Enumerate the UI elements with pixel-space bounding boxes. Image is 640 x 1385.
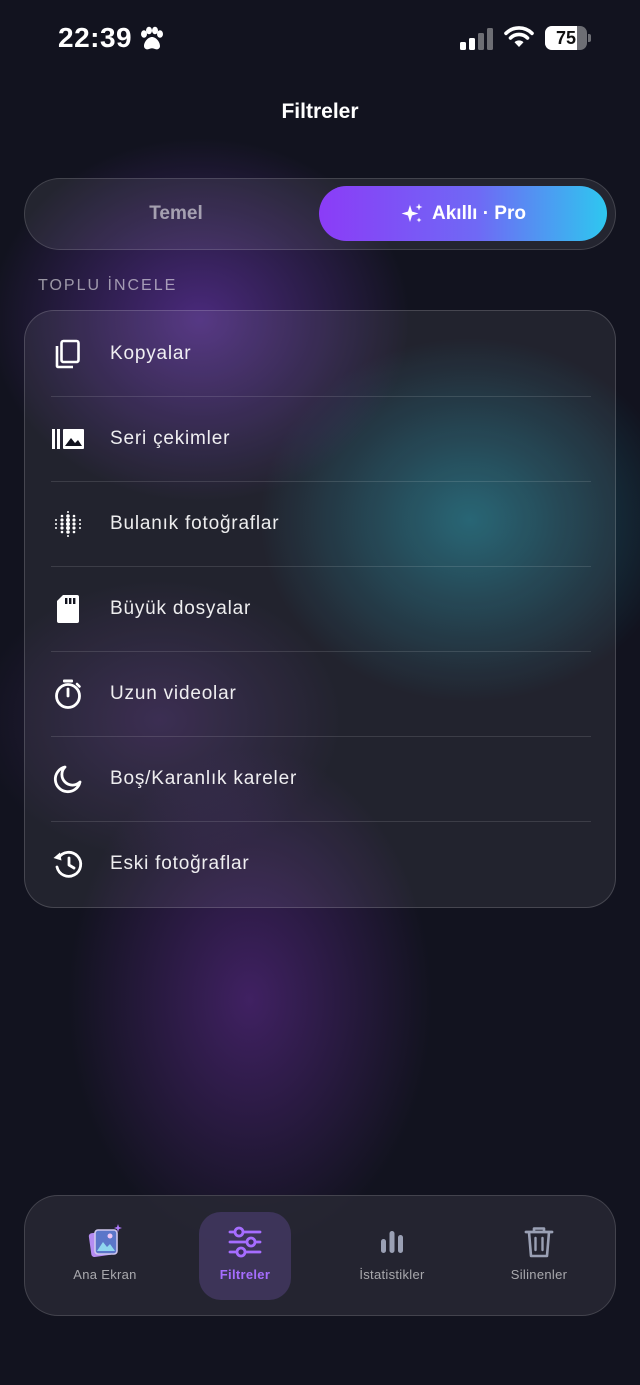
bar-chart-icon — [381, 1231, 403, 1253]
tab-label: Filtreler — [219, 1267, 271, 1282]
list-item-old-photos[interactable]: Eski fotoğraflar — [25, 821, 615, 906]
list-item-label: Kopyalar — [110, 342, 192, 364]
home-photo-icon — [88, 1224, 122, 1258]
moon-icon — [51, 762, 85, 796]
status-bar: 22:39 75 — [0, 0, 640, 80]
segment-smart-pro[interactable]: Akıllı · Pro — [319, 186, 607, 241]
segment-smart-label: Akıllı · Pro — [432, 202, 526, 224]
list-item-long-videos[interactable]: Uzun videolar — [25, 651, 615, 736]
burst-photos-icon — [51, 422, 85, 456]
tab-home[interactable]: Ana Ekran — [59, 1212, 151, 1300]
bottom-tab-bar: Ana Ekran Filtreler İstatistikler Siline… — [24, 1195, 616, 1316]
paw-icon — [141, 26, 163, 50]
tab-label: Silinenler — [510, 1267, 568, 1282]
trash-icon — [524, 1227, 554, 1258]
cellular-signal-icon — [460, 28, 493, 50]
battery-level: 75 — [555, 28, 577, 48]
list-item-dark-frames[interactable]: Boş/Karanlık kareler — [25, 736, 615, 821]
section-heading: TOPLU İNCELE — [38, 277, 178, 294]
tab-label: Ana Ekran — [73, 1267, 137, 1282]
bulk-review-list: Kopyalar Seri çekimler Bulanık fotoğrafl… — [24, 310, 616, 908]
segment-basic-label: Temel — [149, 202, 203, 224]
list-item-duplicates[interactable]: Kopyalar — [25, 311, 615, 396]
list-item-bursts[interactable]: Seri çekimler — [25, 396, 615, 481]
list-item-label: Seri çekimler — [110, 427, 231, 449]
tab-statistics[interactable]: İstatistikler — [343, 1212, 441, 1300]
list-item-blurry[interactable]: Bulanık fotoğraflar — [25, 481, 615, 566]
tab-label: İstatistikler — [359, 1267, 425, 1282]
tab-filters[interactable]: Filtreler — [199, 1212, 291, 1300]
wifi-icon — [504, 26, 534, 47]
history-icon — [51, 847, 85, 881]
mode-segmented-control: Temel Akıllı · Pro — [24, 178, 616, 250]
blur-icon — [51, 507, 85, 541]
copy-icon — [51, 337, 85, 371]
sparkles-icon — [401, 203, 423, 222]
tab-deleted[interactable]: Silinenler — [493, 1212, 585, 1300]
list-item-label: Uzun videolar — [110, 682, 237, 704]
list-item-label: Boş/Karanlık kareler — [110, 767, 298, 789]
list-item-label: Bulanık fotoğraflar — [110, 512, 280, 534]
battery-icon: 75 — [545, 26, 591, 50]
sliders-icon — [228, 1226, 262, 1258]
timer-icon — [51, 677, 85, 711]
sd-card-icon — [51, 592, 85, 626]
list-item-large-files[interactable]: Büyük dosyalar — [25, 566, 615, 651]
segment-basic[interactable]: Temel — [31, 186, 321, 241]
status-time: 22:39 — [58, 22, 133, 53]
list-item-label: Büyük dosyalar — [110, 597, 252, 619]
page-title: Filtreler — [281, 100, 359, 123]
list-item-label: Eski fotoğraflar — [110, 852, 250, 874]
